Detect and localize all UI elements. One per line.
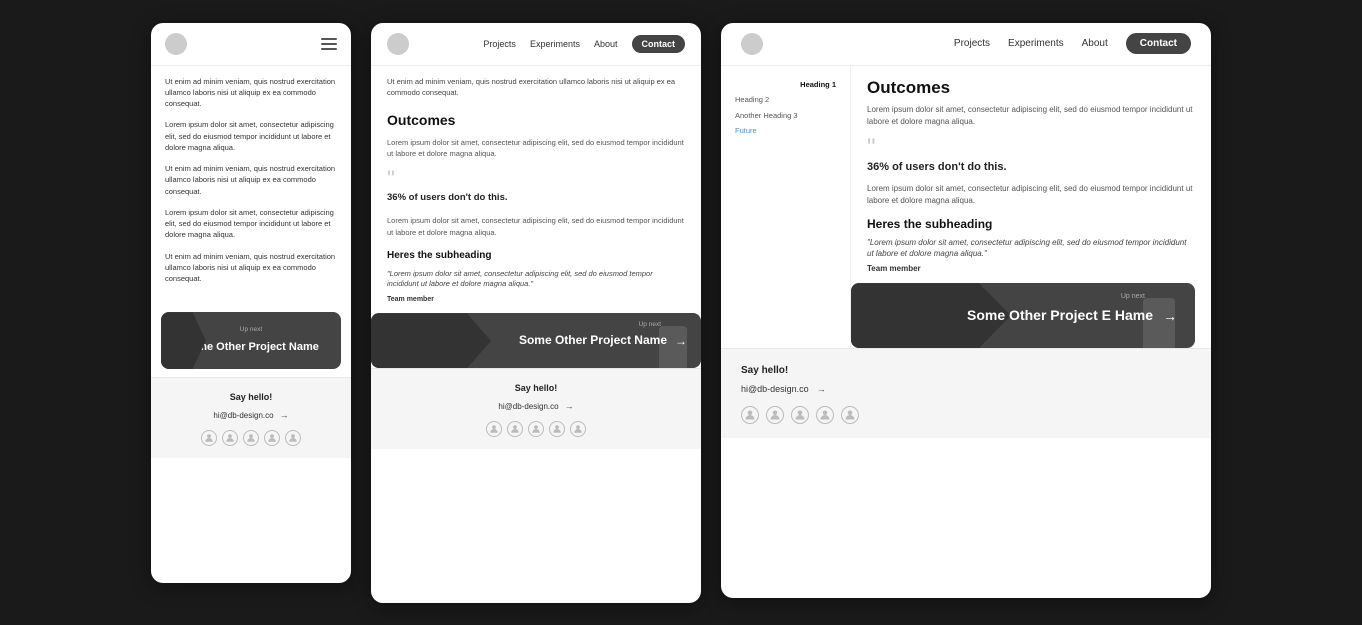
toc-heading1: Heading 1 xyxy=(735,80,836,91)
mid-up-next: Up next xyxy=(639,321,661,328)
footer-avatar-3 xyxy=(243,430,259,446)
footer-avatar-2 xyxy=(222,430,238,446)
wide-footer-avatar-4 xyxy=(816,406,834,424)
narrow-cta[interactable]: Up next Some Other Project Name xyxy=(161,312,341,369)
narrow-content: Ut enim ad minim veniam, quis nostrud ex… xyxy=(151,66,351,305)
wide-quote-mark: " xyxy=(867,138,1195,157)
narrow-header xyxy=(151,23,351,66)
wide-cta-arrow: → xyxy=(1163,308,1177,324)
team-member: Team member xyxy=(387,295,685,306)
footer-avatar-5 xyxy=(285,430,301,446)
wide-nav-about[interactable]: About xyxy=(1082,38,1108,49)
cta-shape xyxy=(161,312,206,369)
nav-about[interactable]: About xyxy=(594,39,618,49)
wide-nav-experiments[interactable]: Experiments xyxy=(1008,38,1064,49)
wide-footer-avatar-3 xyxy=(791,406,809,424)
wide-nav: Projects Experiments About Contact xyxy=(954,33,1191,54)
mid-footer-email: hi@db-design.co xyxy=(498,402,558,411)
toc-link[interactable]: Future xyxy=(735,126,836,137)
mid-footer-arrow-icon: → xyxy=(565,401,574,411)
nav-projects[interactable]: Projects xyxy=(483,39,516,49)
wide-blockquote: "Lorem ipsum dolor sit amet, consectetur… xyxy=(867,237,1195,259)
narrow-para1: Ut enim ad minim veniam, quis nostrud ex… xyxy=(165,76,337,110)
footer-avatar-1 xyxy=(201,430,217,446)
wide-sidebar: Heading 1 Heading 2 Another Heading 3 Fu… xyxy=(721,66,851,349)
footer-avatars xyxy=(165,430,337,446)
mid-footer: Say hello! hi@db-design.co → xyxy=(371,368,701,449)
wide-footer-arrow-icon: → xyxy=(817,384,826,394)
wide-avatar xyxy=(741,33,763,55)
toc-heading3: Another Heading 3 xyxy=(735,111,836,122)
hamburger-icon[interactable] xyxy=(321,38,337,50)
wide-quote-text: 36% of users don't do this. xyxy=(867,161,1195,173)
outcomes-heading: Outcomes xyxy=(387,110,685,131)
mid-cta[interactable]: Up next Some Other Project Name → xyxy=(371,313,701,368)
mid-footer-avatar-1 xyxy=(486,421,502,437)
footer-email-row[interactable]: hi@db-design.co → xyxy=(165,410,337,420)
screen-wide: Projects Experiments About Contact Headi… xyxy=(721,23,1211,598)
mid-footer-email-row[interactable]: hi@db-design.co → xyxy=(385,401,687,411)
nav-experiments[interactable]: Experiments xyxy=(530,39,580,49)
quote-body: Lorem ipsum dolor sit amet, consectetur … xyxy=(387,215,685,238)
screen-narrow: Ut enim ad minim veniam, quis nostrud ex… xyxy=(151,23,351,583)
screen-mid: Projects Experiments About Contact Ut en… xyxy=(371,23,701,603)
mid-footer-avatar-2 xyxy=(507,421,523,437)
mid-avatar xyxy=(387,33,409,55)
mid-footer-avatar-4 xyxy=(549,421,565,437)
screens-container: Ut enim ad minim veniam, quis nostrud ex… xyxy=(151,23,1211,603)
wide-up-next: Up next xyxy=(1121,293,1145,300)
wide-footer-email: hi@db-design.co xyxy=(741,384,809,394)
narrow-footer: Say hello! hi@db-design.co → xyxy=(151,377,351,458)
mid-intro: Ut enim ad minim veniam, quis nostrud ex… xyxy=(387,76,685,99)
wide-footer-avatar-2 xyxy=(766,406,784,424)
narrow-para5: Ut enim ad minim veniam, quis nostrud ex… xyxy=(165,251,337,285)
wide-footer-avatars xyxy=(741,406,859,424)
cta-shape xyxy=(371,313,491,368)
nav-contact[interactable]: Contact xyxy=(632,35,686,53)
blockquote: "Lorem ipsum dolor sit amet, consectetur… xyxy=(387,269,685,290)
wide-quote-body: Lorem ipsum dolor sit amet, consectetur … xyxy=(867,183,1195,207)
wide-project-name: Some Other Project E Hame xyxy=(967,306,1153,324)
avatar xyxy=(165,33,187,55)
wide-nav-projects[interactable]: Projects xyxy=(954,38,990,49)
mid-footer-avatar-3 xyxy=(528,421,544,437)
mid-nav: Projects Experiments About Contact xyxy=(483,35,685,53)
footer-title: Say hello! xyxy=(165,392,337,402)
wide-nav-contact[interactable]: Contact xyxy=(1126,33,1191,54)
mid-project-name: Some Other Project Name xyxy=(519,333,667,349)
footer-email: hi@db-design.co xyxy=(213,411,273,420)
wide-footer-inner: Say hello! hi@db-design.co → xyxy=(741,365,1191,424)
wide-footer-title: Say hello! xyxy=(741,365,788,376)
mid-footer-avatar-5 xyxy=(570,421,586,437)
wide-footer-avatar-5 xyxy=(841,406,859,424)
wide-team-member: Team member xyxy=(867,264,1195,273)
narrow-para2: Lorem ipsum dolor sit amet, consectetur … xyxy=(165,119,337,153)
wide-outcomes-body: Lorem ipsum dolor sit amet, consectetur … xyxy=(867,104,1195,128)
quote-text: 36% of users don't do this. xyxy=(387,191,685,205)
wide-main: Outcomes Lorem ipsum dolor sit amet, con… xyxy=(851,66,1211,349)
subheading: Heres the subheading xyxy=(387,248,685,263)
mid-footer-title: Say hello! xyxy=(385,383,687,393)
toc-heading2: Heading 2 xyxy=(735,95,836,106)
outcomes-body: Lorem ipsum dolor sit amet, consectetur … xyxy=(387,137,685,160)
mid-content: Ut enim ad minim veniam, quis nostrud ex… xyxy=(371,66,701,306)
wide-subheading: Heres the subheading xyxy=(867,217,1195,231)
footer-avatar-4 xyxy=(264,430,280,446)
wide-footer-avatar-1 xyxy=(741,406,759,424)
wide-footer: Say hello! hi@db-design.co → xyxy=(721,348,1211,438)
footer-arrow-icon: → xyxy=(280,410,289,420)
narrow-para3: Ut enim ad minim veniam, quis nostrud ex… xyxy=(165,163,337,197)
wide-cta[interactable]: Up next Some Other Project E Hame → xyxy=(851,283,1195,348)
mid-footer-avatars xyxy=(385,421,687,437)
wide-outcomes-heading: Outcomes xyxy=(867,78,1195,98)
wide-footer-email-row[interactable]: hi@db-design.co → xyxy=(741,384,826,394)
quote-mark: " xyxy=(387,170,685,188)
narrow-para4: Lorem ipsum dolor sit amet, consectetur … xyxy=(165,207,337,241)
mid-header: Projects Experiments About Contact xyxy=(371,23,701,66)
wide-header: Projects Experiments About Contact xyxy=(721,23,1211,66)
wide-content: Heading 1 Heading 2 Another Heading 3 Fu… xyxy=(721,66,1211,349)
cta-arrow: → xyxy=(675,334,687,348)
